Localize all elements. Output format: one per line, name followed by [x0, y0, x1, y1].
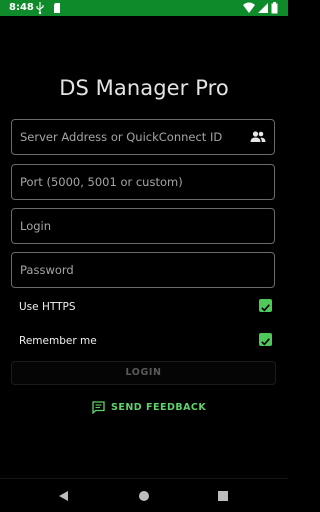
server-address-field[interactable]: Server Address or QuickConnect ID	[11, 119, 275, 155]
login-screen: 8:48 DS Manager Pro Server Address or Qu…	[0, 0, 288, 512]
sd-card-icon	[54, 3, 60, 13]
port-placeholder: Port (5000, 5001 or custom)	[20, 175, 183, 189]
use-https-row[interactable]: Use HTTPS	[11, 297, 275, 317]
login-button-label: LOGIN	[125, 367, 162, 378]
contacts-icon[interactable]	[250, 130, 266, 144]
recents-icon[interactable]	[216, 489, 230, 503]
battery-icon	[271, 2, 278, 14]
navigation-bar	[0, 478, 288, 512]
login-field[interactable]: Login	[11, 208, 275, 244]
send-feedback-button[interactable]: SEND FEEDBACK	[90, 398, 207, 418]
wifi-icon	[243, 2, 255, 13]
login-placeholder: Login	[20, 219, 52, 233]
checkmark-icon	[261, 304, 270, 312]
remember-me-row[interactable]: Remember me	[11, 331, 275, 351]
app-title: DS Manager Pro	[59, 76, 229, 100]
status-time: 8:48	[9, 2, 34, 13]
back-icon[interactable]	[57, 489, 71, 503]
password-field[interactable]: Password	[11, 252, 275, 288]
send-feedback-label: SEND FEEDBACK	[111, 402, 207, 413]
login-button[interactable]: LOGIN	[11, 361, 276, 385]
signal-icon	[258, 3, 268, 13]
use-https-checkbox[interactable]	[259, 299, 272, 312]
remember-me-label: Remember me	[19, 335, 97, 347]
remember-me-checkbox[interactable]	[259, 333, 272, 346]
port-field[interactable]: Port (5000, 5001 or custom)	[11, 164, 275, 200]
feedback-icon	[92, 401, 105, 414]
use-https-label: Use HTTPS	[19, 301, 76, 313]
checkmark-icon	[261, 338, 270, 346]
usb-icon	[36, 2, 44, 14]
home-icon[interactable]	[137, 489, 151, 503]
status-bar: 8:48	[0, 0, 288, 16]
password-placeholder: Password	[20, 263, 74, 277]
server-address-placeholder: Server Address or QuickConnect ID	[20, 130, 223, 144]
